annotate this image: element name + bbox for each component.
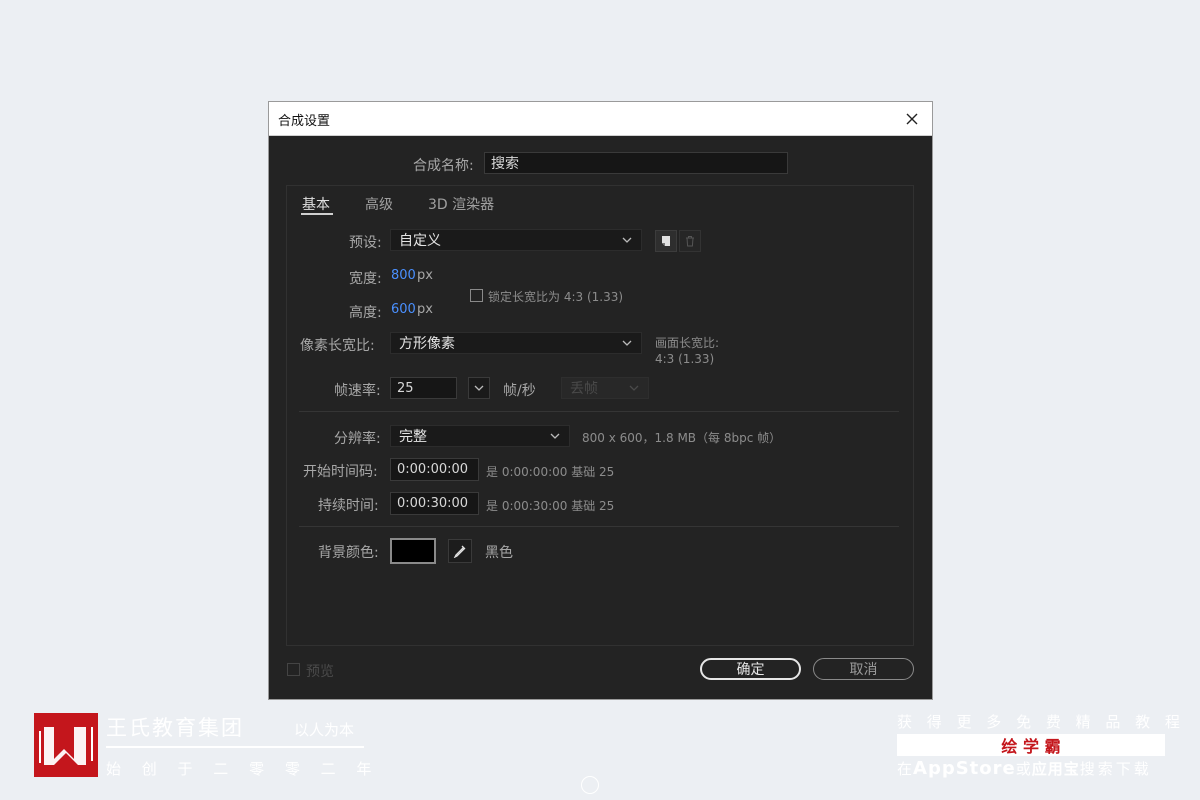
w-logo-icon	[39, 727, 93, 765]
resolution-dropdown[interactable]: 完整	[390, 425, 570, 447]
lock-aspect-checkbox[interactable]	[470, 289, 483, 302]
chevron-down-icon	[550, 433, 560, 439]
promo-app-name: 绘 学 霸	[1001, 737, 1061, 756]
preset-label: 预设:	[349, 235, 382, 251]
tab-3d-renderer[interactable]: 3D 渲染器	[428, 194, 494, 214]
title-bar: 合成设置	[269, 102, 932, 136]
promo-suffix: 搜索下载	[1079, 760, 1152, 778]
resolution-info: 800 x 600，1.8 MB（每 8bpc 帧）	[582, 431, 782, 445]
frame-aspect-value: 4:3 (1.33)	[655, 352, 715, 366]
frame-rate-dropdown-button[interactable]	[468, 377, 490, 399]
width-value[interactable]: 800	[391, 268, 416, 283]
chevron-down-icon	[622, 340, 632, 346]
dialog-title: 合成设置	[278, 114, 331, 129]
comp-name-input[interactable]: 搜索	[484, 152, 788, 174]
pixel-aspect-dropdown[interactable]: 方形像素	[390, 332, 642, 354]
duration-label: 持续时间:	[318, 498, 379, 514]
promo-line1: 获 得 更 多 免 费 精 品 教 程	[897, 713, 1185, 731]
chevron-down-icon	[474, 385, 484, 391]
new-preset-icon	[662, 236, 670, 246]
height-unit: px	[417, 302, 433, 317]
duration-info: 是 0:00:30:00 基础 25	[486, 499, 615, 513]
comp-name-label: 合成名称:	[413, 158, 474, 174]
tab-basic[interactable]: 基本	[302, 194, 330, 214]
duration-value: 0:00:30:00	[397, 496, 469, 511]
chevron-down-icon	[622, 237, 632, 243]
promo-prefix: 在	[897, 760, 914, 778]
active-tab-underline	[301, 213, 333, 215]
separator	[299, 411, 899, 412]
preset-value: 自定义	[399, 233, 441, 249]
resolution-value: 完整	[399, 429, 427, 445]
resolution-label: 分辨率:	[334, 431, 381, 447]
frame-rate-input[interactable]: 25	[390, 377, 457, 399]
start-timecode-input[interactable]: 0:00:00:00	[390, 458, 479, 481]
brand-slogan: 以人为本	[294, 721, 355, 739]
frame-rate-value: 25	[397, 380, 414, 396]
duration-input[interactable]: 0:00:30:00	[390, 492, 479, 515]
bg-color-label: 背景颜色:	[318, 545, 379, 561]
settings-panel	[286, 185, 914, 646]
bg-color-swatch[interactable]	[390, 538, 436, 564]
pixel-aspect-label: 像素长宽比:	[300, 338, 375, 354]
composition-settings-dialog: 合成设置 合成名称: 搜索 基本 高级 3D 渲染器 预设: 自定义 宽度: 8…	[269, 102, 932, 699]
drop-frame-dropdown[interactable]: 丢帧	[561, 377, 649, 399]
preview-checkbox[interactable]	[287, 663, 300, 676]
frame-rate-label: 帧速率:	[334, 383, 381, 399]
start-timecode-value: 0:00:00:00	[397, 462, 469, 477]
width-unit: px	[417, 268, 433, 283]
preview-label: 预览	[306, 664, 334, 680]
comp-name-value: 搜索	[491, 156, 519, 172]
ok-button[interactable]: 确定	[700, 658, 801, 680]
width-label: 宽度:	[349, 271, 382, 287]
promo-line3: 在AppStore或应用宝搜索下载	[897, 758, 1152, 779]
lock-aspect-label: 锁定长宽比为 4:3 (1.33)	[488, 290, 624, 304]
height-value[interactable]: 600	[391, 302, 416, 317]
preset-dropdown[interactable]: 自定义	[390, 229, 642, 251]
promo-app-banner: 绘 学 霸	[897, 734, 1165, 756]
trash-icon	[686, 236, 694, 247]
eyedropper-button[interactable]	[448, 539, 472, 563]
promo-appstore: AppStore	[913, 758, 1016, 779]
brand-divider	[106, 746, 364, 748]
pixel-aspect-value: 方形像素	[399, 336, 455, 352]
tab-advanced[interactable]: 高级	[365, 194, 393, 214]
drop-frame-value: 丢帧	[570, 381, 598, 397]
close-icon	[906, 113, 918, 125]
center-watermark-icon	[581, 776, 599, 794]
eyedropper-icon	[453, 545, 466, 558]
promo-or: 或	[1015, 760, 1032, 778]
start-timecode-info: 是 0:00:00:00 基础 25	[486, 465, 615, 479]
brand-since: 始 创 于 二 零 零 二 年	[106, 760, 380, 778]
brand-name: 王氏教育集团	[106, 716, 244, 740]
cancel-button[interactable]: 取消	[813, 658, 914, 680]
brand-logo	[34, 713, 98, 777]
promo-yingyongbao: 应用宝	[1031, 760, 1080, 778]
bg-color-name: 黑色	[485, 545, 513, 561]
separator	[299, 526, 899, 527]
start-timecode-label: 开始时间码:	[303, 464, 378, 480]
frame-aspect-label: 画面长宽比:	[655, 336, 720, 350]
delete-preset-button[interactable]	[679, 230, 701, 252]
chevron-down-icon	[629, 385, 639, 391]
frame-rate-unit: 帧/秒	[503, 383, 536, 399]
save-preset-button[interactable]	[655, 230, 677, 252]
height-label: 高度:	[349, 305, 382, 321]
close-button[interactable]	[900, 107, 924, 131]
